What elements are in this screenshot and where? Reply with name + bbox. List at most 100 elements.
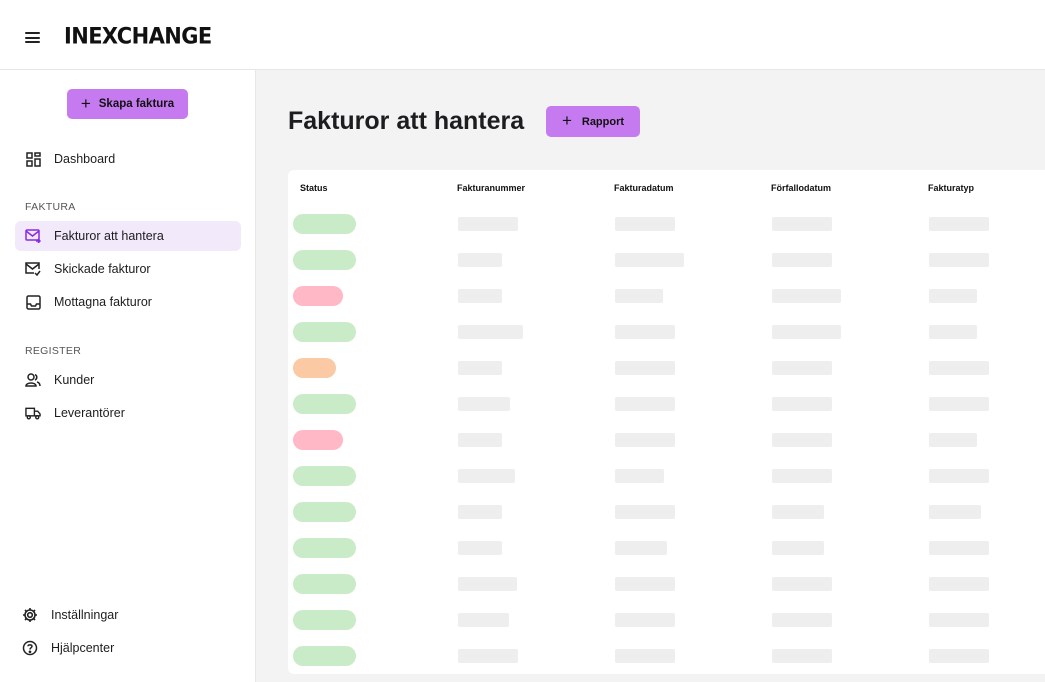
column-header-fakturanummer[interactable]: Fakturanummer — [457, 183, 525, 193]
skeleton-cell — [929, 289, 977, 303]
gear-icon — [22, 607, 38, 623]
sidebar-item-leverantorer[interactable]: Leverantörer — [15, 398, 241, 428]
skeleton-cell — [615, 361, 675, 375]
table-row[interactable] — [288, 354, 1045, 390]
sidebar-item-label: Mottagna fakturor — [54, 295, 152, 309]
create-invoice-label: Skapa faktura — [98, 98, 175, 110]
skeleton-cell — [458, 397, 510, 411]
skeleton-cell — [615, 541, 667, 555]
skeleton-cell — [772, 541, 824, 555]
status-badge-green — [293, 466, 356, 486]
create-invoice-button[interactable]: + Skapa faktura — [67, 89, 188, 119]
table-row[interactable] — [288, 462, 1045, 498]
app-header: INEXCHANGE — [0, 0, 1045, 70]
skeleton-cell — [615, 325, 675, 339]
skeleton-cell — [458, 649, 518, 663]
skeleton-cell — [458, 217, 518, 231]
status-badge-green — [293, 538, 356, 558]
section-label-register: REGISTER — [25, 345, 82, 357]
table-row[interactable] — [288, 570, 1045, 606]
skeleton-cell — [615, 613, 675, 627]
status-badge-red — [293, 286, 343, 306]
skeleton-cell — [929, 253, 989, 267]
inbox-icon — [25, 294, 41, 310]
skeleton-cell — [772, 397, 832, 411]
truck-icon — [25, 405, 41, 421]
skeleton-cell — [929, 433, 977, 447]
column-header-forfallodatum[interactable]: Förfallodatum — [771, 183, 831, 193]
skeleton-cell — [929, 397, 989, 411]
table-row[interactable] — [288, 642, 1045, 678]
report-button[interactable]: + Rapport — [546, 106, 640, 137]
skeleton-cell — [458, 361, 502, 375]
sidebar-item-label: Fakturor att hantera — [54, 229, 164, 243]
sidebar-item-label: Inställningar — [51, 608, 119, 622]
column-header-fakturadatum[interactable]: Fakturadatum — [614, 183, 674, 193]
skeleton-cell — [772, 217, 832, 231]
status-badge-green — [293, 610, 356, 630]
skeleton-cell — [615, 397, 675, 411]
hamburger-menu-icon[interactable] — [25, 32, 40, 43]
status-badge-green — [293, 646, 356, 666]
skeleton-cell — [458, 541, 502, 555]
sidebar-item-label: Hjälpcenter — [51, 641, 115, 655]
main-content: Fakturor att hantera + Rapport Status Fa… — [256, 70, 1045, 682]
status-badge-green — [293, 322, 356, 342]
skeleton-cell — [929, 577, 989, 591]
status-badge-green — [293, 502, 356, 522]
table-row[interactable] — [288, 210, 1045, 246]
skeleton-cell — [458, 505, 502, 519]
sidebar: + Skapa faktura Dashboard FAKTURA Faktur… — [0, 70, 256, 682]
status-badge-green — [293, 394, 356, 414]
skeleton-cell — [458, 325, 523, 339]
sidebar-item-fakturor-att-hantera[interactable]: Fakturor att hantera — [15, 221, 241, 251]
skeleton-cell — [458, 253, 502, 267]
sidebar-item-label: Kunder — [54, 373, 95, 387]
section-label-faktura: FAKTURA — [25, 201, 76, 213]
sidebar-item-dashboard[interactable]: Dashboard — [15, 144, 241, 174]
table-row[interactable] — [288, 606, 1045, 642]
table-row[interactable] — [288, 246, 1045, 282]
skeleton-cell — [458, 577, 517, 591]
table-row[interactable] — [288, 282, 1045, 318]
skeleton-cell — [929, 505, 981, 519]
skeleton-cell — [615, 505, 675, 519]
invoice-table: Status Fakturanummer Fakturadatum Förfal… — [288, 170, 1045, 674]
skeleton-cell — [615, 577, 675, 591]
skeleton-cell — [458, 469, 515, 483]
skeleton-cell — [929, 217, 989, 231]
column-header-status[interactable]: Status — [300, 183, 328, 193]
status-badge-red — [293, 430, 343, 450]
skeleton-cell — [772, 505, 824, 519]
table-row[interactable] — [288, 318, 1045, 354]
users-icon — [25, 372, 41, 388]
page-title: Fakturor att hantera — [288, 107, 525, 135]
column-header-fakturatyp[interactable]: Fakturatyp — [928, 183, 974, 193]
inexchange-logo[interactable]: INEXCHANGE — [64, 23, 212, 48]
skeleton-cell — [615, 433, 675, 447]
skeleton-cell — [772, 325, 841, 339]
help-icon — [22, 640, 38, 656]
skeleton-cell — [929, 469, 989, 483]
sidebar-item-installningar[interactable]: Inställningar — [22, 605, 118, 625]
skeleton-cell — [772, 577, 832, 591]
plus-icon: + — [561, 111, 572, 130]
skeleton-cell — [929, 361, 989, 375]
skeleton-cell — [929, 541, 989, 555]
sidebar-item-hjalpcenter[interactable]: Hjälpcenter — [22, 638, 114, 658]
table-row[interactable] — [288, 498, 1045, 534]
sidebar-item-skickade-fakturor[interactable]: Skickade fakturor — [15, 254, 241, 284]
skeleton-cell — [772, 613, 832, 627]
table-row[interactable] — [288, 426, 1045, 462]
sidebar-item-mottagna-fakturor[interactable]: Mottagna fakturor — [15, 287, 241, 317]
mail-arrow-icon — [25, 228, 41, 244]
plus-icon: + — [80, 93, 91, 113]
sidebar-item-label: Skickade fakturor — [54, 262, 151, 276]
table-row[interactable] — [288, 534, 1045, 570]
table-row[interactable] — [288, 390, 1045, 426]
skeleton-cell — [772, 289, 841, 303]
skeleton-cell — [615, 469, 664, 483]
sidebar-item-kunder[interactable]: Kunder — [15, 365, 241, 395]
skeleton-cell — [615, 217, 675, 231]
skeleton-cell — [929, 613, 989, 627]
